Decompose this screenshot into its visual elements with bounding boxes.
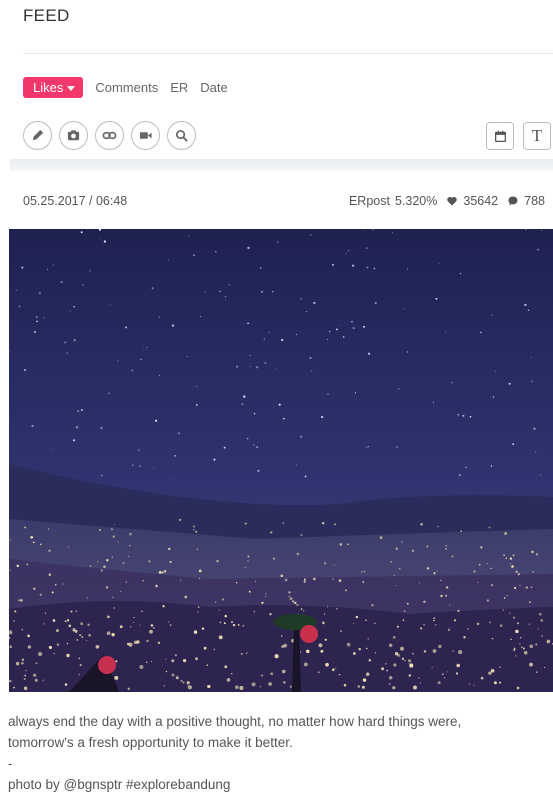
sort-er-button[interactable]: ER — [170, 80, 188, 95]
post-stats: ERpost 5.320% 35642 788 — [349, 194, 545, 208]
post-datetime: 05.25.2017 / 06:48 — [23, 194, 128, 208]
calendar-button[interactable] — [486, 122, 514, 150]
likes-count: 35642 — [463, 194, 499, 208]
right-toolbar: T — [486, 122, 551, 150]
comment-bubble-icon — [508, 196, 518, 206]
sort-comments-button[interactable]: Comments — [95, 80, 158, 95]
header-divider — [23, 53, 553, 54]
post-photo[interactable] — [9, 229, 553, 692]
video-icon — [139, 132, 152, 139]
post-caption: always end the day with a positive thoug… — [8, 714, 462, 792]
heart-icon — [447, 197, 458, 206]
search-icon — [175, 129, 188, 142]
text-format-button[interactable]: T — [523, 122, 551, 150]
er-value: 5.320% — [394, 194, 438, 208]
night-cityscape-image — [9, 229, 553, 692]
pencil-icon — [32, 129, 44, 141]
sort-likes-label: Likes — [33, 80, 64, 95]
section-shadow — [10, 159, 553, 171]
sort-date-button[interactable]: Date — [200, 80, 227, 95]
camera-button[interactable] — [59, 121, 88, 150]
link-icon — [102, 131, 117, 140]
text-icon: T — [531, 126, 543, 145]
camera-icon — [67, 130, 80, 141]
pencil-button[interactable] — [23, 121, 52, 150]
post-type-toolbar — [23, 121, 196, 150]
search-button[interactable] — [167, 121, 196, 150]
link-button[interactable] — [95, 121, 124, 150]
caret-down-icon — [67, 85, 76, 91]
video-button[interactable] — [131, 121, 160, 150]
sort-likes-button[interactable]: Likes — [23, 77, 84, 98]
calendar-icon — [494, 130, 506, 142]
comments-count: 788 — [524, 194, 545, 208]
er-label: ERpost — [348, 194, 390, 208]
sort-bar: Likes Comments ER Date — [23, 77, 228, 98]
page-title: FEED — [23, 6, 70, 25]
